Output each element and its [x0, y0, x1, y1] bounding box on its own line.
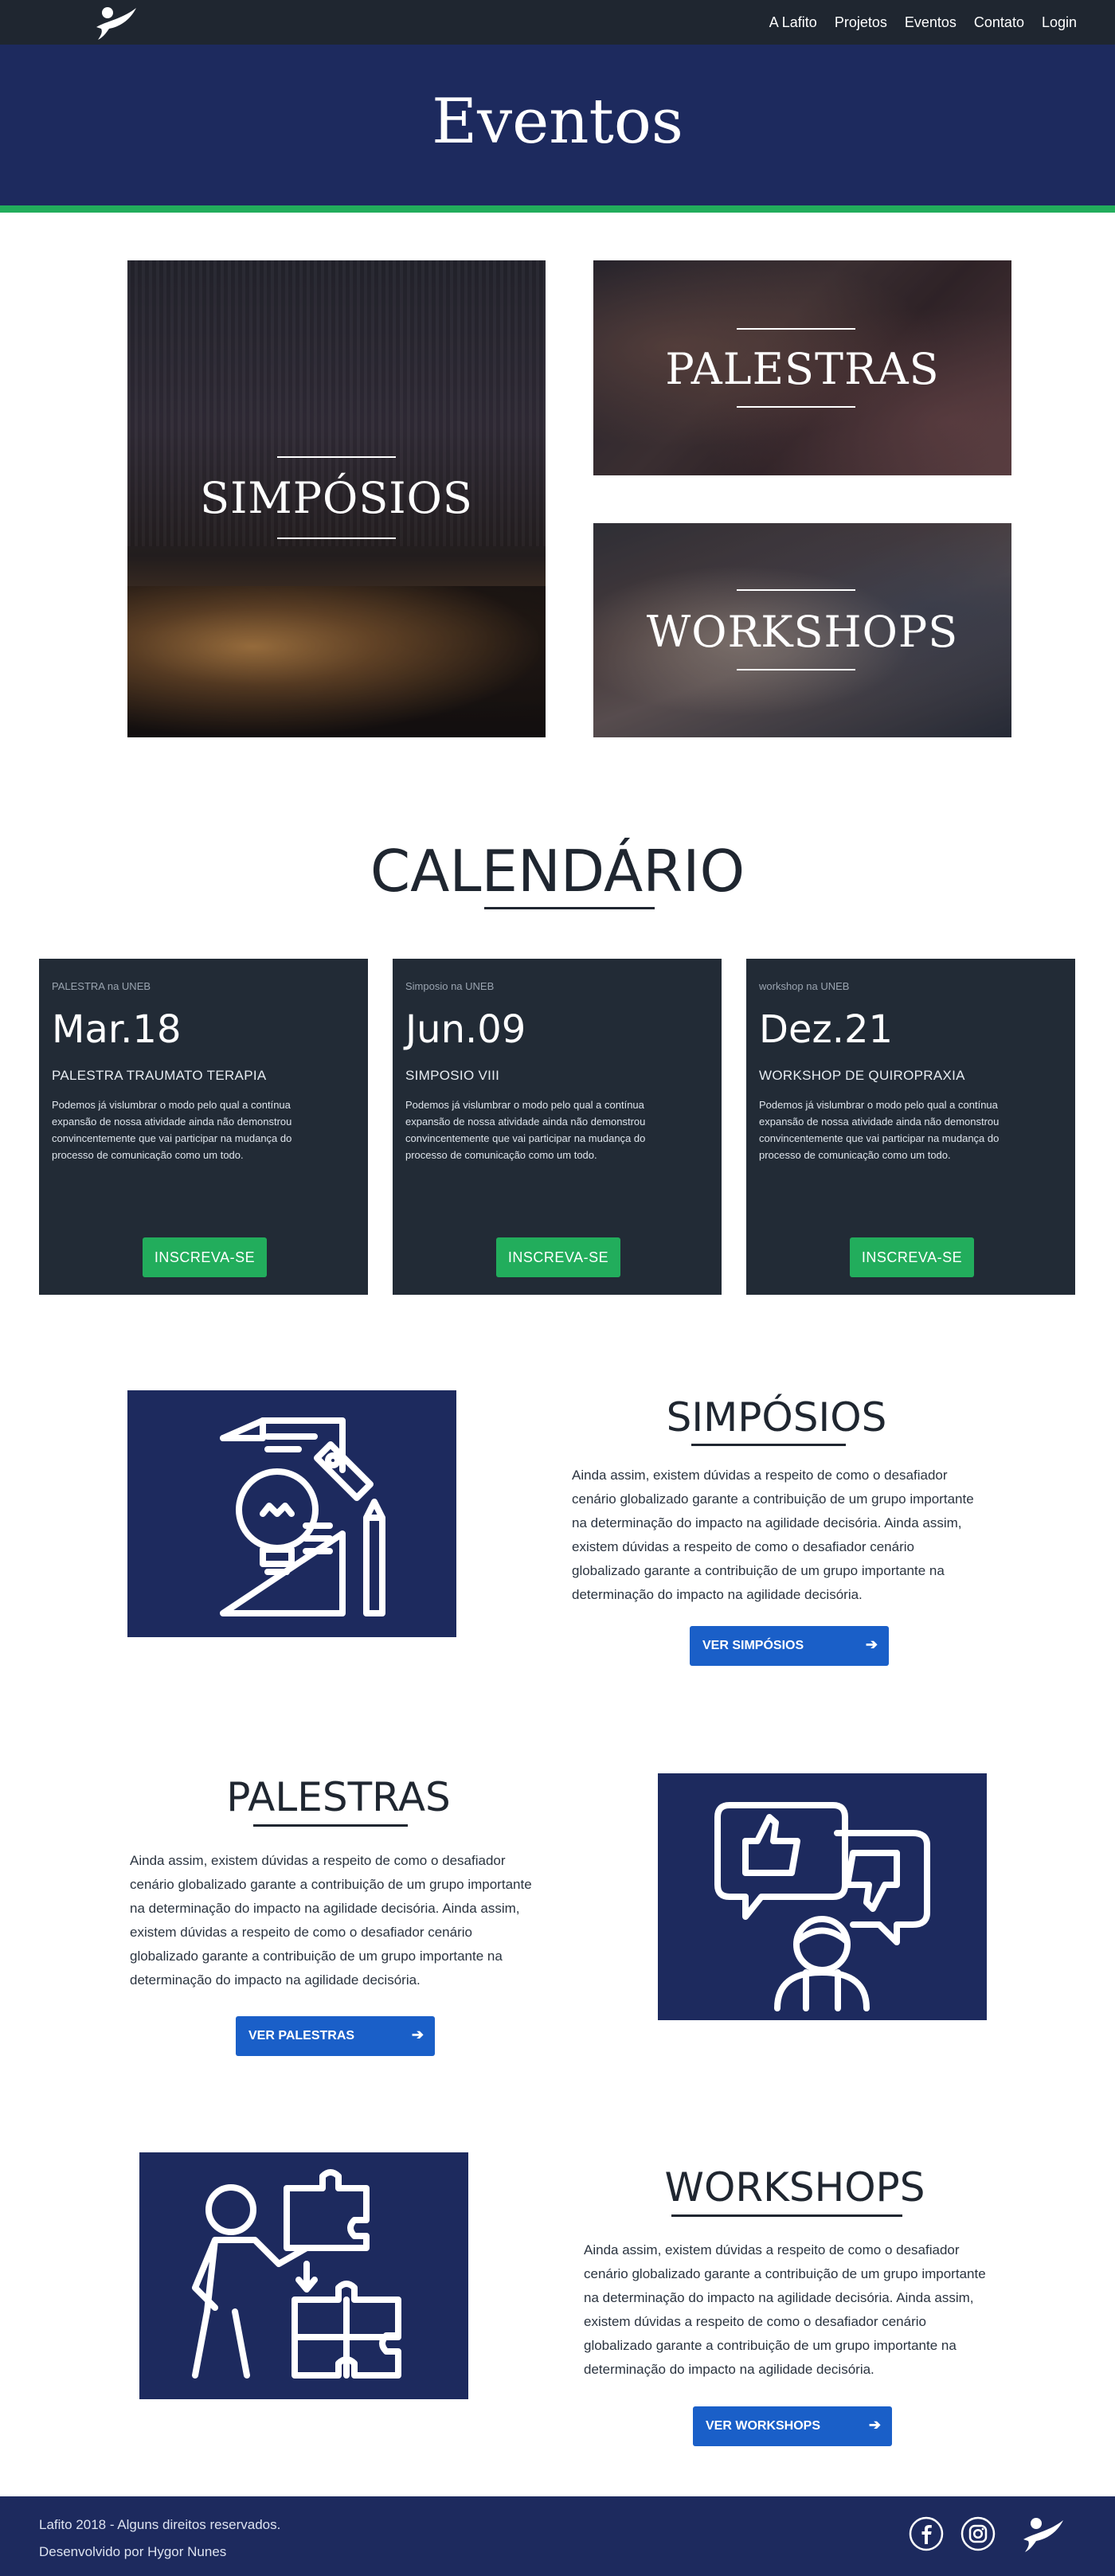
simposios-description: Ainda assim, existem dúvidas a respeito … — [572, 1468, 974, 1602]
arrow-right-icon: ➔ — [868, 2417, 881, 2433]
event-card: workshop na UNEB Dez.21 WORKSHOP DE QUIR… — [746, 959, 1075, 1295]
simposios-title: SIMPÓSIOS — [666, 1394, 887, 1440]
calendar-title-underline — [484, 907, 655, 909]
nav-link-eventos[interactable]: Eventos — [905, 14, 957, 31]
calendar-title: CALENDÁRIO — [370, 838, 745, 905]
tile-line-top — [737, 328, 855, 330]
event-category: PALESTRA na UNEB — [52, 980, 151, 992]
tile-title: PALESTRAS — [665, 344, 940, 394]
tile-line-top — [277, 456, 396, 458]
workshops-title-underline — [671, 2214, 902, 2217]
view-simposios-button[interactable]: VER SIMPÓSIOS ➔ — [690, 1626, 889, 1666]
button-label: VER SIMPÓSIOS — [702, 1639, 804, 1652]
workshops-description: Ainda assim, existem dúvidas a respeito … — [584, 2242, 986, 2377]
feedback-person-icon — [714, 1802, 930, 2011]
event-title: SIMPOSIO VIII — [405, 1068, 500, 1083]
subscribe-button[interactable]: INSCREVA-SE — [496, 1237, 620, 1277]
event-description: Podemos já vislumbrar o modo pelo qual a… — [405, 1099, 646, 1161]
button-label: VER WORKSHOPS — [706, 2419, 821, 2433]
palestras-illustration — [658, 1773, 987, 2020]
event-category: workshop na UNEB — [759, 980, 850, 992]
person-puzzle-icon — [192, 2169, 401, 2379]
event-title: WORKSHOP DE QUIROPRAXIA — [759, 1068, 965, 1083]
lafito-logo-icon[interactable] — [1017, 2512, 1068, 2555]
tile-title: WORKSHOPS — [646, 607, 959, 657]
event-card: PALESTRA na UNEB Mar.18 PALESTRA TRAUMAT… — [39, 959, 368, 1295]
tile-workshops[interactable]: WORKSHOPS — [593, 523, 1011, 737]
event-card: Simposio na UNEB Jun.09 SIMPOSIO VIII Po… — [393, 959, 722, 1295]
event-date: Mar.18 — [52, 1007, 182, 1052]
event-date: Jun.09 — [405, 1007, 526, 1052]
event-description: Podemos já vislumbrar o modo pelo qual a… — [52, 1099, 292, 1161]
tile-palestras[interactable]: PALESTRAS — [593, 260, 1011, 475]
palestras-title-underline — [253, 1824, 408, 1827]
arrow-right-icon: ➔ — [865, 1636, 878, 1652]
tile-line-bottom — [737, 406, 855, 408]
nav-link-projetos[interactable]: Projetos — [835, 14, 887, 31]
page-title: Eventos — [432, 86, 683, 158]
simposios-title-underline — [691, 1444, 846, 1446]
nav-link-contato[interactable]: Contato — [974, 14, 1024, 31]
lightbulb-document-icon — [220, 1417, 385, 1616]
nav-links: A Lafito Projetos Eventos Contato Login — [769, 0, 1077, 45]
workshops-illustration — [139, 2152, 468, 2399]
tile-line-bottom — [737, 669, 855, 670]
event-date: Dez.21 — [759, 1007, 894, 1052]
nav-link-login[interactable]: Login — [1042, 14, 1077, 31]
hero-banner: Eventos — [0, 45, 1115, 205]
event-description: Podemos já vislumbrar o modo pelo qual a… — [759, 1099, 1000, 1161]
subscribe-button[interactable]: INSCREVA-SE — [850, 1237, 974, 1277]
arrow-right-icon: ➔ — [411, 2027, 424, 2042]
lafito-logo-icon[interactable] — [90, 2, 141, 41]
view-palestras-button[interactable]: VER PALESTRAS ➔ — [236, 2016, 435, 2056]
tile-title: SIMPÓSIOS — [200, 473, 473, 523]
footer: Lafito 2018 - Alguns direitos reservados… — [0, 2496, 1115, 2576]
event-title: PALESTRA TRAUMATO TERAPIA — [52, 1068, 267, 1083]
footer-developer: Desenvolvido por Hygor Nunes — [39, 2544, 227, 2559]
simposios-illustration — [127, 1390, 456, 1637]
event-category: Simposio na UNEB — [405, 980, 495, 992]
workshops-title: WORKSHOPS — [664, 2164, 925, 2211]
button-label: VER PALESTRAS — [248, 2029, 355, 2042]
instagram-icon[interactable] — [960, 2515, 996, 2552]
tile-line-top — [737, 589, 855, 591]
facebook-icon[interactable] — [908, 2515, 945, 2552]
tile-simposios[interactable]: SIMPÓSIOS — [127, 260, 546, 737]
tile-line-bottom — [277, 537, 396, 539]
palestras-description: Ainda assim, existem dúvidas a respeito … — [130, 1853, 532, 1988]
footer-copyright: Lafito 2018 - Alguns direitos reservados… — [39, 2517, 281, 2532]
view-workshops-button[interactable]: VER WORKSHOPS ➔ — [693, 2406, 892, 2446]
palestras-title: PALESTRAS — [226, 1774, 451, 1820]
hero-accent-bar — [0, 205, 1115, 213]
top-navbar: A Lafito Projetos Eventos Contato Login — [0, 0, 1115, 45]
nav-link-a-lafito[interactable]: A Lafito — [769, 14, 817, 31]
subscribe-button[interactable]: INSCREVA-SE — [143, 1237, 267, 1277]
